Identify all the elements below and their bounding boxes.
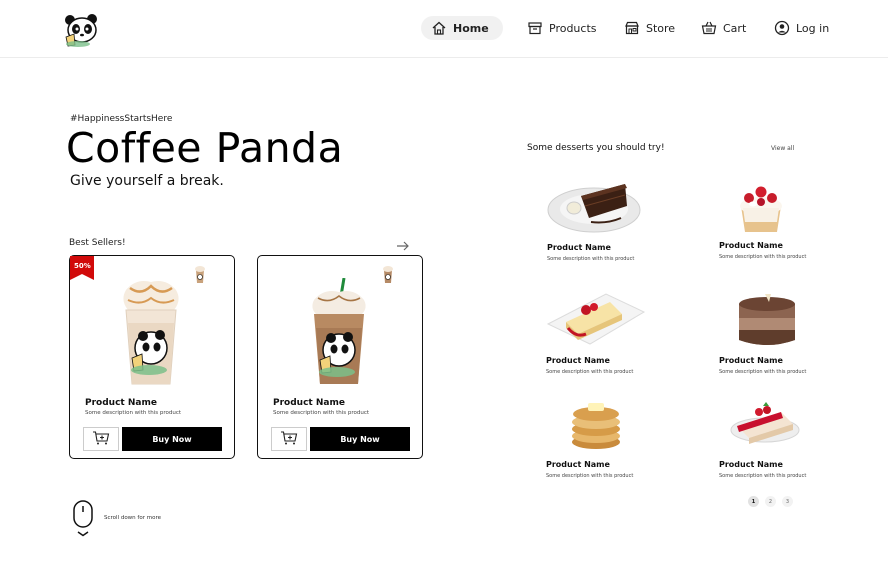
cart-plus-icon (92, 430, 110, 449)
discount-badge: 50% (70, 256, 94, 280)
buy-now-button[interactable]: Buy Now (122, 427, 222, 451)
product-description: Some description with this product (85, 410, 182, 416)
scroll-hint-text: Scroll down for more (104, 515, 161, 521)
home-icon (431, 20, 447, 36)
cheesecake-image (546, 290, 646, 350)
view-all-link[interactable]: View all (771, 145, 794, 152)
store-icon (624, 20, 640, 36)
strawberry-cake-image (719, 398, 819, 458)
strawberry-cream-cake-image (719, 178, 819, 238)
hero-subtitle: Give yourself a break. (70, 173, 224, 189)
pagination: 1 2 3 (748, 496, 793, 507)
buy-now-button[interactable]: Buy Now (310, 427, 410, 451)
add-to-cart-button[interactable] (83, 427, 119, 451)
page-2-button[interactable]: 2 (765, 496, 776, 507)
nav-home[interactable]: Home (421, 16, 503, 40)
panda-logo-icon[interactable] (62, 13, 102, 47)
nav-cart[interactable]: Cart (701, 16, 746, 40)
nav-login[interactable]: Log in (774, 16, 829, 40)
product-card[interactable]: Product Name Some description with this … (257, 255, 423, 459)
dessert-name: Product Name (546, 356, 610, 365)
nav-products[interactable]: Products (527, 16, 597, 40)
dessert-description: Some description with this product (546, 473, 634, 479)
nav-login-label: Log in (796, 21, 830, 35)
basket-icon (701, 20, 717, 36)
box-icon (527, 20, 543, 36)
dessert-item[interactable]: Product Name Some description with this … (547, 178, 667, 278)
nav-products-label: Products (549, 21, 597, 35)
discount-badge-label: 50% (74, 262, 91, 270)
frappe-drink-image (116, 278, 186, 388)
dessert-description: Some description with this product (719, 369, 807, 375)
mouse-scroll-icon (72, 500, 94, 538)
product-card[interactable]: 50% Product Name Some description with t… (69, 255, 235, 459)
site-header: Home Products Store Cart Log in (0, 0, 888, 58)
dessert-name: Product Name (719, 241, 783, 250)
dessert-description: Some description with this product (546, 369, 634, 375)
dessert-description: Some description with this product (547, 256, 635, 262)
iced-coffee-image (304, 277, 374, 388)
hero-title: Coffee Panda (66, 124, 344, 172)
nav-store-label: Store (646, 21, 676, 35)
nav-store[interactable]: Store (624, 16, 675, 40)
dessert-item[interactable]: Product Name Some description with this … (719, 178, 839, 278)
nav-cart-label: Cart (723, 21, 747, 35)
mini-cup-icon (382, 264, 394, 284)
page-3-button[interactable]: 3 (782, 496, 793, 507)
dessert-item[interactable]: Product Name Some description with this … (546, 398, 666, 498)
arrow-right-icon[interactable] (396, 236, 410, 251)
cart-plus-icon (280, 430, 298, 449)
product-name: Product Name (273, 398, 345, 408)
nav-home-label: Home (453, 21, 489, 35)
best-sellers-label: Best Sellers! (69, 238, 126, 248)
product-description: Some description with this product (273, 410, 370, 416)
page-1-button[interactable]: 1 (748, 496, 759, 507)
chocolate-cake-image (547, 178, 647, 238)
mini-cup-icon (194, 264, 206, 284)
dessert-item[interactable]: Product Name Some description with this … (719, 398, 839, 498)
dessert-name: Product Name (719, 356, 783, 365)
dessert-name: Product Name (546, 460, 610, 469)
user-icon (774, 20, 790, 36)
dessert-name: Product Name (719, 460, 783, 469)
chocolate-mousse-image (719, 290, 819, 350)
dessert-description: Some description with this product (719, 473, 807, 479)
pancakes-image (546, 398, 646, 458)
dessert-description: Some description with this product (719, 254, 807, 260)
dessert-item[interactable]: Product Name Some description with this … (546, 290, 666, 390)
product-name: Product Name (85, 398, 157, 408)
desserts-title: Some desserts you should try! (527, 143, 665, 153)
add-to-cart-button[interactable] (271, 427, 307, 451)
hero-hashtag: #HappinessStartsHere (70, 114, 173, 124)
dessert-item[interactable]: Product Name Some description with this … (719, 290, 839, 390)
dessert-name: Product Name (547, 243, 611, 252)
